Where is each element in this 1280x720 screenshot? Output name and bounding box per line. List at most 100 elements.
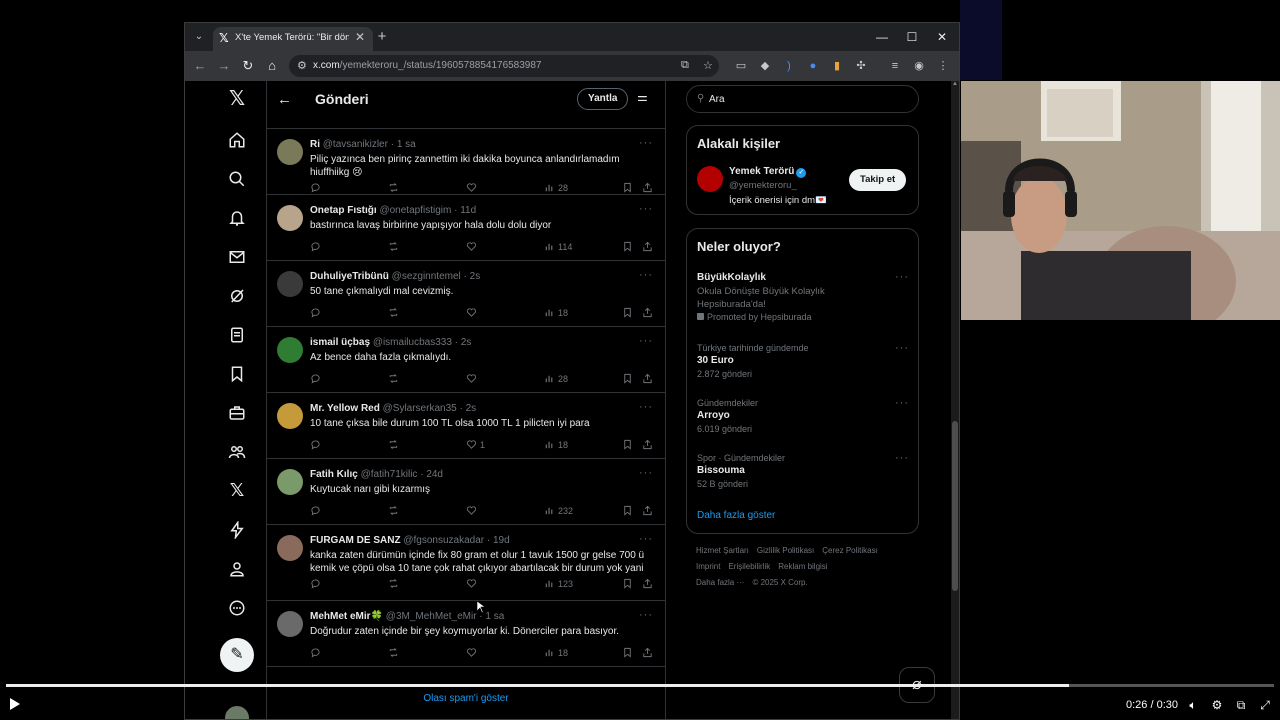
trend-item[interactable]: Spor · Gündemdekiler Bissouma 52 B gönde… (697, 452, 909, 490)
fullscreen-icon[interactable]: ⤢ (1257, 697, 1273, 713)
trend-item[interactable]: Türkiye tarihinde gündemde 30 Euro 2.872… (697, 342, 909, 380)
author-handle[interactable]: @sezginntemel (392, 271, 461, 282)
extension-icon[interactable]: ◆ (757, 58, 773, 74)
trend-item[interactable]: Gündemdekiler Arroyo 6.019 gönderi ··· (697, 397, 909, 435)
extension-icon[interactable]: ▮ (829, 58, 845, 74)
avatar[interactable] (277, 403, 303, 429)
views-icon[interactable]: 28 (544, 373, 568, 385)
share-icon[interactable] (642, 182, 653, 194)
more-dots-icon[interactable]: ··· (895, 271, 909, 283)
home-icon[interactable]: ⌂ (263, 57, 281, 75)
more-dots-icon[interactable]: ··· (639, 609, 653, 621)
author-handle[interactable]: @fgsonsuzakadar (403, 535, 484, 546)
premium-x-icon[interactable]: 𝕏 (223, 476, 251, 504)
profile-icon[interactable] (223, 554, 251, 582)
views-icon[interactable]: 232 (544, 505, 573, 517)
trend-item[interactable]: BüyükKolaylık Okula Dönüşte Büyük Kolayl… (697, 271, 909, 323)
tweet[interactable]: Ri @tavsanikizler · 1 sa ··· Piliç yazınca… (267, 129, 665, 195)
tweet[interactable]: Fatih Kılıç @fatih71kilic · 24d ··· Kuytuc… (267, 459, 665, 525)
site-info-icon[interactable]: ⚙ (297, 59, 307, 72)
video-progress-bar[interactable] (6, 684, 1274, 687)
author-handle[interactable]: @onetapfistigim (379, 205, 451, 216)
tweet[interactable]: MehMet eMir🍀 @3M_MehMet_eMir · 1 sa ··· Do… (267, 601, 665, 667)
more-dots-icon[interactable]: ··· (639, 269, 653, 281)
volume-icon[interactable]: 🔈︎ (1185, 697, 1201, 713)
author-name[interactable]: DuhuliyeTribünü (310, 271, 389, 282)
avatar[interactable] (277, 611, 303, 637)
scroll-up-icon[interactable]: ▲ (951, 81, 959, 89)
like-icon[interactable] (466, 647, 480, 659)
tweet[interactable]: Onetap Fıstığı @onetapfistigim · 11d ··· b… (267, 195, 665, 261)
close-tab-icon[interactable]: ✕ (355, 30, 365, 44)
forward-icon[interactable]: → (215, 57, 233, 75)
maximize-icon[interactable]: ☐ (897, 27, 927, 47)
more-dots-icon[interactable]: ··· (639, 137, 653, 149)
filter-sliders-icon[interactable]: ⚌ (637, 90, 648, 104)
footer-link[interactable]: © 2025 X Corp. (752, 578, 807, 587)
avatar[interactable] (277, 271, 303, 297)
avatar[interactable] (277, 205, 303, 231)
views-icon[interactable]: 123 (544, 578, 573, 590)
tweet[interactable]: FURGAM DE SANZ @fgsonsuzakadar · 19d ··· k… (267, 525, 665, 601)
footer-link[interactable]: Erişilebilirlik (728, 562, 770, 571)
share-icon[interactable] (642, 647, 653, 659)
reply-icon[interactable] (310, 439, 321, 451)
author-handle[interactable]: @ismailucbas333 (373, 337, 452, 348)
repost-icon[interactable] (388, 578, 399, 590)
like-icon[interactable] (466, 182, 480, 194)
author-name[interactable]: FURGAM DE SANZ (310, 535, 401, 546)
avatar[interactable] (277, 139, 303, 165)
more-dots-icon[interactable]: ··· (895, 342, 909, 354)
jobs-briefcase-icon[interactable] (223, 398, 251, 426)
more-dots-icon[interactable]: ··· (639, 335, 653, 347)
like-icon[interactable] (466, 373, 480, 385)
bookmark-icon[interactable] (622, 505, 633, 517)
profile-icon[interactable]: ◉ (911, 58, 927, 74)
repost-icon[interactable] (388, 241, 399, 253)
picture-in-picture-icon[interactable]: ⧉ (1233, 697, 1249, 713)
install-icon[interactable]: ⧉ (681, 59, 689, 72)
author-name[interactable]: Ri (310, 139, 320, 150)
address-bar[interactable]: ⚙ x.com/yemekteroru_/status/196057885417… (289, 55, 719, 77)
home-icon[interactable] (223, 125, 251, 153)
author-name[interactable]: MehMet eMir🍀 (310, 611, 383, 622)
bookmark-icon[interactable] (622, 241, 633, 253)
bookmark-icon[interactable] (622, 647, 633, 659)
more-dots-icon[interactable]: ··· (639, 401, 653, 413)
bookmark-icon[interactable] (622, 578, 633, 590)
share-icon[interactable] (642, 307, 653, 319)
share-icon[interactable] (642, 439, 653, 451)
author-handle[interactable]: @Sylarserkan35 (383, 403, 457, 414)
reply-icon[interactable] (310, 505, 321, 517)
scroll-thumb[interactable] (952, 421, 958, 591)
x-logo-icon[interactable]: 𝕏 (223, 85, 251, 113)
views-icon[interactable]: 18 (544, 647, 568, 659)
bookmarks-icon[interactable] (223, 359, 251, 387)
footer-link[interactable]: Hizmet Şartları (696, 546, 749, 555)
bookmark-icon[interactable] (622, 307, 633, 319)
puzzle-icon[interactable]: ✣ (853, 58, 869, 74)
avatar[interactable] (697, 166, 723, 192)
reload-icon[interactable]: ↻ (239, 57, 257, 75)
author-handle[interactable]: @tavsanikizler (323, 139, 388, 150)
back-icon[interactable]: ← (191, 57, 209, 75)
lists-icon[interactable] (223, 320, 251, 348)
author-handle[interactable]: @3M_MehMet_eMir (386, 611, 477, 622)
extension-icon[interactable]: ) (781, 58, 797, 74)
like-icon[interactable] (466, 241, 480, 253)
close-window-icon[interactable]: ✕ (927, 27, 957, 47)
author-name[interactable]: Onetap Fıstığı (310, 205, 377, 216)
communities-icon[interactable] (223, 437, 251, 465)
more-dots-icon[interactable]: ··· (639, 467, 653, 479)
more-circle-icon[interactable] (223, 593, 251, 621)
compose-post-button[interactable]: ✎ (220, 638, 254, 672)
share-icon[interactable] (642, 505, 653, 517)
author-name[interactable]: Mr. Yellow Red (310, 403, 380, 414)
repost-icon[interactable] (388, 505, 399, 517)
share-icon[interactable] (642, 241, 653, 253)
notifications-bell-icon[interactable] (223, 203, 251, 231)
reply-icon[interactable] (310, 373, 321, 385)
extension-icon[interactable]: ▭ (733, 58, 749, 74)
more-dots-icon[interactable]: ··· (639, 203, 653, 215)
footer-link[interactable]: Çerez Politikası (822, 546, 878, 555)
